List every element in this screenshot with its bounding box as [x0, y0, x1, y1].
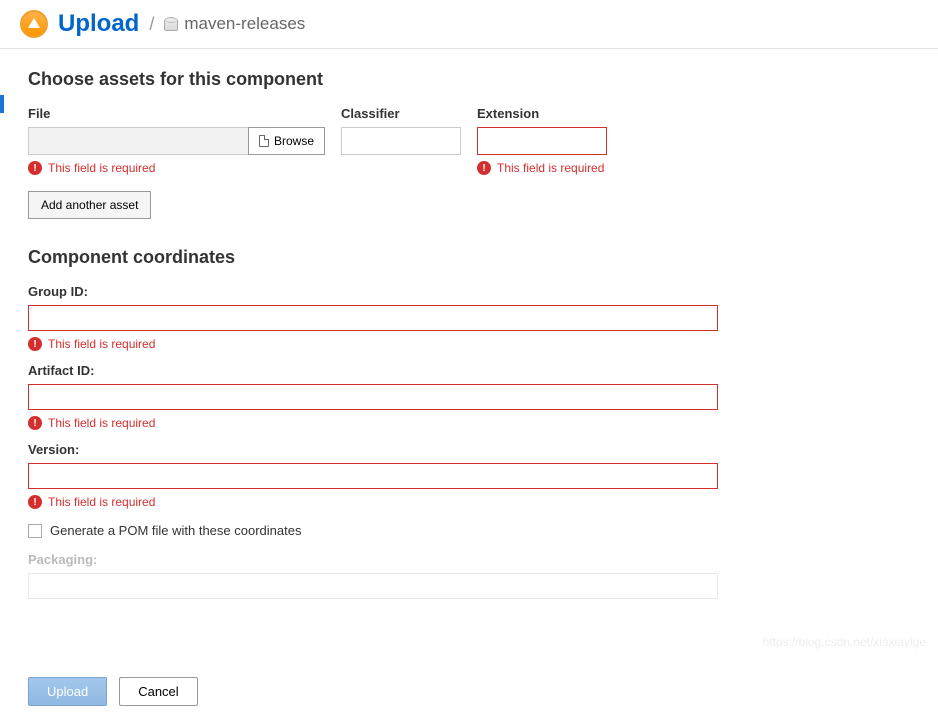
artifact-id-error: ! This field is required: [28, 416, 910, 430]
extension-input[interactable]: [477, 127, 607, 155]
artifact-id-label: Artifact ID:: [28, 363, 910, 378]
artifact-id-input[interactable]: [28, 384, 718, 410]
file-error-text: This field is required: [48, 161, 155, 175]
version-error: ! This field is required: [28, 495, 910, 509]
file-label: File: [28, 106, 325, 121]
upload-icon: [20, 10, 48, 38]
error-icon: !: [28, 416, 42, 430]
cancel-button[interactable]: Cancel: [119, 677, 197, 706]
file-path-display: [28, 127, 248, 155]
left-accent-bar: [0, 95, 4, 113]
asset-row: File Browse ! This field is required Cla…: [28, 106, 910, 175]
generate-pom-label: Generate a POM file with these coordinat…: [50, 523, 301, 538]
version-input[interactable]: [28, 463, 718, 489]
group-id-error: ! This field is required: [28, 337, 910, 351]
arrow-up-icon: [28, 18, 40, 28]
assets-section-title: Choose assets for this component: [28, 69, 910, 90]
error-icon: !: [477, 161, 491, 175]
database-icon: [164, 17, 178, 31]
page-header: Upload / maven-releases: [0, 0, 938, 49]
group-id-error-text: This field is required: [48, 337, 155, 351]
extension-label: Extension: [477, 106, 607, 121]
coords-section-title: Component coordinates: [28, 247, 910, 268]
extension-error-text: This field is required: [497, 161, 604, 175]
page-title: Upload: [58, 10, 139, 38]
error-icon: !: [28, 495, 42, 509]
breadcrumb-separator: /: [149, 14, 154, 35]
add-another-asset-button[interactable]: Add another asset: [28, 191, 151, 219]
document-icon: [259, 135, 269, 147]
error-icon: !: [28, 161, 42, 175]
extension-error: ! This field is required: [477, 161, 607, 175]
generate-pom-checkbox[interactable]: [28, 524, 42, 538]
classifier-input[interactable]: [341, 127, 461, 155]
version-label: Version:: [28, 442, 910, 457]
error-icon: !: [28, 337, 42, 351]
classifier-label: Classifier: [341, 106, 461, 121]
footer-actions: Upload Cancel: [0, 677, 938, 726]
artifact-id-error-text: This field is required: [48, 416, 155, 430]
packaging-label: Packaging:: [28, 552, 910, 567]
file-error: ! This field is required: [28, 161, 325, 175]
upload-button[interactable]: Upload: [28, 677, 107, 706]
watermark: https://blog.csdn.net/xiaxiayige: [763, 635, 926, 649]
browse-button[interactable]: Browse: [248, 127, 325, 155]
group-id-label: Group ID:: [28, 284, 910, 299]
browse-label: Browse: [274, 134, 314, 148]
breadcrumb-repo[interactable]: maven-releases: [184, 14, 305, 34]
packaging-input: [28, 573, 718, 599]
version-error-text: This field is required: [48, 495, 155, 509]
group-id-input[interactable]: [28, 305, 718, 331]
